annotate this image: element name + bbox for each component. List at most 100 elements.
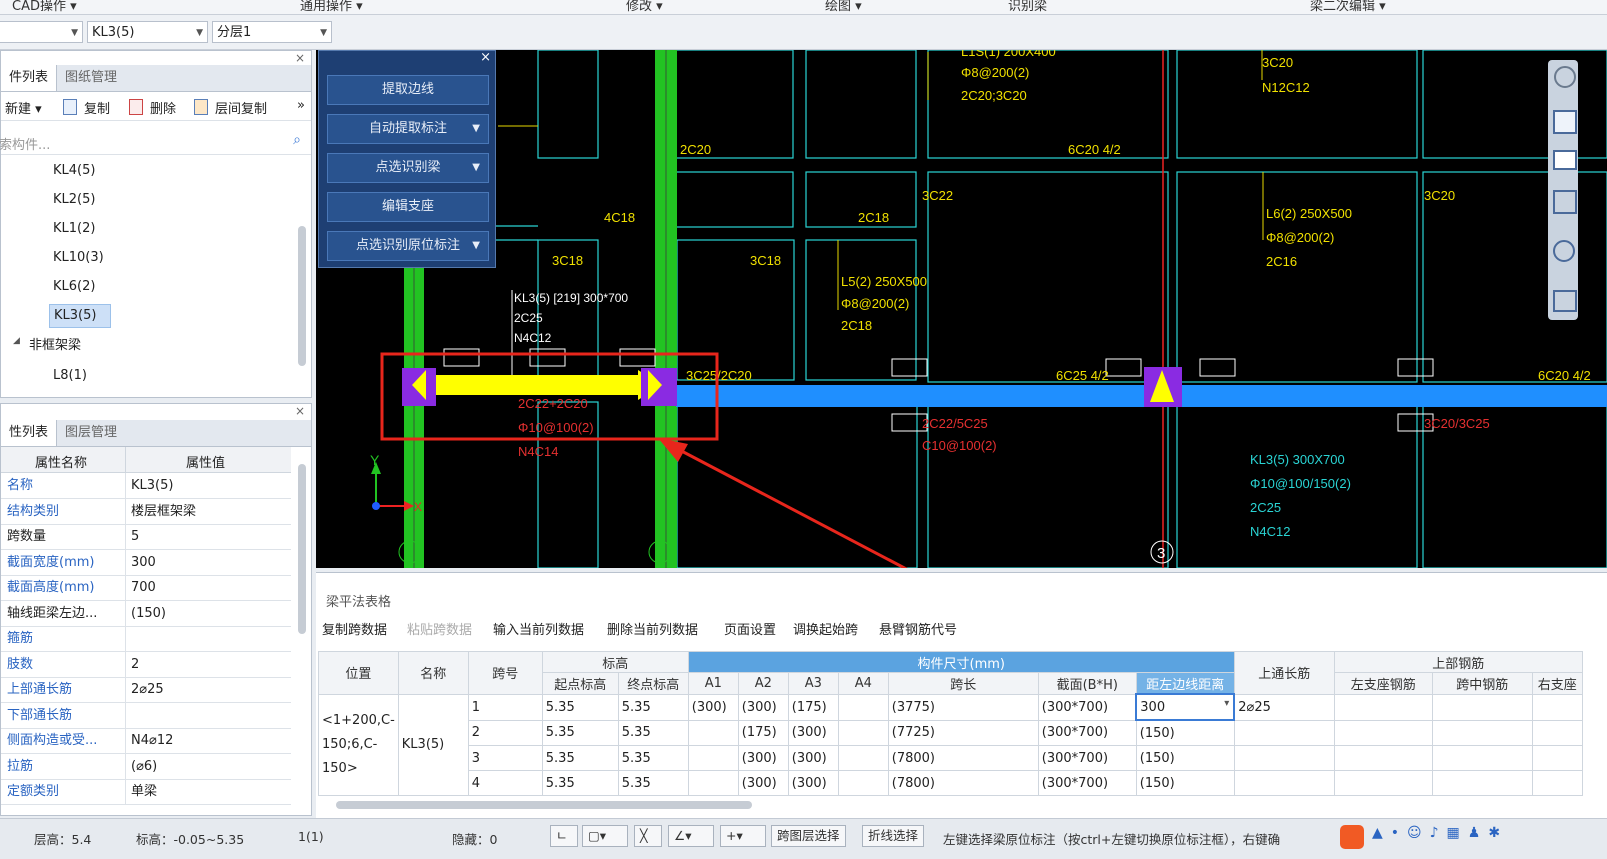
layer-copy-button[interactable]: 层间复制 [215, 98, 267, 117]
category-select[interactable]: ▼ [0, 21, 83, 43]
search-field[interactable]: 索构件... ⌕ [0, 130, 311, 155]
property-row[interactable]: 箍筋 [1, 626, 291, 652]
menu-general-ops[interactable]: 通用操作 ▾ [300, 0, 363, 14]
cell-len[interactable]: (7800) [887, 770, 1039, 796]
cell-s[interactable]: 5.35 [541, 719, 619, 746]
cell-a2[interactable]: (300) [737, 745, 789, 771]
cell-dist[interactable]: (150) [1135, 770, 1235, 796]
table-row[interactable]: 4 5.35 5.35 (300) (300) (7800) (300*700) (150) [319, 770, 1583, 796]
cell-e[interactable]: 5.35 [617, 719, 689, 746]
cell-sec[interactable]: (300*700) [1037, 745, 1137, 771]
offset-select-icon[interactable]: +▾ [720, 825, 766, 847]
close-icon[interactable]: × [480, 50, 491, 65]
page-settings-button[interactable]: 页面设置 [724, 619, 776, 638]
property-row[interactable]: 上部通长筋 2⌀25 [1, 677, 291, 703]
copy-button[interactable]: 复制 [84, 98, 110, 117]
orbit-icon[interactable] [1554, 66, 1576, 88]
tree-item-selected[interactable]: KL3(5) [49, 304, 111, 328]
view-cube-icon[interactable] [1553, 110, 1577, 134]
menu-identify-beam[interactable]: 识别梁 [1008, 0, 1047, 14]
edit-support-button[interactable]: 编辑支座 [327, 192, 489, 222]
cell-a3[interactable]: (300) [787, 719, 839, 746]
more-button[interactable]: » [297, 98, 305, 113]
tab-component-list[interactable]: 件列表 [1, 65, 58, 91]
cell-sec[interactable]: (300*700) [1037, 693, 1137, 721]
search-icon[interactable]: ⌕ [293, 132, 301, 148]
property-row[interactable]: 肢数 2 [1, 651, 291, 678]
menu-beam-secondary-edit[interactable]: 梁二次编辑 ▾ [1310, 0, 1386, 14]
cell-span[interactable]: 4 [467, 770, 543, 796]
property-value[interactable]: (150) [131, 601, 291, 626]
table-row[interactable]: 3 5.35 5.35 (300) (300) (7800) (300*700) (150) [319, 745, 1583, 771]
input-method-icon[interactable] [1340, 825, 1364, 849]
property-value[interactable]: 楼层框架梁 [131, 499, 291, 524]
polyline-select-button[interactable]: 折线选择 [862, 825, 925, 847]
tree-item[interactable]: KL1(2) [49, 218, 99, 240]
rotate-icon[interactable] [1553, 240, 1575, 262]
cell-a1[interactable] [687, 770, 739, 796]
cell-top[interactable]: 2⌀25 [1233, 693, 1335, 721]
cell-top-bar[interactable] [1431, 719, 1533, 746]
cell-s[interactable]: 5.35 [541, 693, 619, 721]
cell-a3[interactable]: (300) [787, 745, 839, 771]
tree-item[interactable]: KL6(2) [49, 276, 99, 298]
cell-top-bar[interactable] [1431, 770, 1533, 796]
property-value[interactable]: (⌀6) [131, 754, 291, 779]
horizontal-scrollbar[interactable] [336, 801, 752, 809]
table-row[interactable]: <1+200,C-150;6,C-150> KL3(5) 1 5.35 5.35 (300… [318, 693, 1583, 796]
tab-drawing-management[interactable]: 图纸管理 [57, 65, 125, 91]
cell-a3[interactable]: (175) [787, 693, 839, 721]
table-row[interactable]: 2 5.35 5.35 (175) (300) (7725) (300*700) (150) [319, 719, 1583, 746]
cell-top-bar[interactable] [1431, 693, 1533, 721]
property-value[interactable]: 2 [131, 652, 291, 677]
new-button[interactable]: 新建 ▾ [5, 98, 42, 117]
close-icon[interactable]: × [295, 404, 305, 418]
property-row[interactable]: 结构类别 楼层框架梁 [1, 498, 291, 525]
property-row[interactable]: 定额类别 单梁 [1, 779, 291, 805]
cell-top-bar[interactable] [1531, 719, 1583, 746]
cell-top[interactable] [1233, 719, 1335, 746]
cell-top-bar[interactable] [1531, 693, 1583, 721]
tab-layer-management[interactable]: 图层管理 [57, 420, 125, 446]
property-value[interactable]: 5 [131, 524, 291, 549]
cell-a2[interactable]: (175) [737, 719, 789, 746]
cell-a1[interactable] [687, 719, 739, 746]
name-cell[interactable]: KL3(5) [397, 693, 469, 796]
cell-e[interactable]: 5.35 [617, 770, 689, 796]
cell-span[interactable]: 3 [467, 745, 543, 771]
cell-top-bar[interactable] [1431, 745, 1533, 771]
cell-a4[interactable] [837, 745, 889, 771]
box-icon[interactable] [1553, 190, 1577, 214]
tab-property-list[interactable]: 性列表 [1, 420, 58, 446]
cantilever-code-button[interactable]: 悬臂钢筋代号 [879, 619, 957, 638]
cell-span[interactable]: 2 [467, 719, 543, 746]
cell-top-bar[interactable] [1531, 745, 1583, 771]
property-value[interactable]: 300 [131, 550, 291, 575]
scrollbar[interactable] [298, 464, 306, 634]
cell-dist[interactable]: 300 ▾ [1135, 693, 1236, 721]
property-row[interactable]: 截面高度(mm) 700 [1, 575, 291, 601]
cell-len[interactable]: (7725) [887, 719, 1039, 746]
cross-layer-select-button[interactable]: 跨图层选择 [771, 825, 846, 847]
layers-icon[interactable] [1553, 290, 1577, 312]
property-row[interactable]: 下部通长筋 [1, 702, 291, 729]
cell-a3[interactable]: (300) [787, 770, 839, 796]
cross-icon[interactable]: ╳ [634, 825, 662, 847]
cell-top-bar[interactable] [1333, 719, 1433, 746]
menu-modify[interactable]: 修改 ▾ [626, 0, 663, 14]
point-identify-beam-button[interactable]: 点选识别梁 ▼ [327, 153, 489, 183]
menu-cad-ops[interactable]: CAD操作 ▾ [12, 0, 77, 14]
cad-canvas[interactable]: Y X 1 2 3 L1S(1) 200X400 Φ8@200(2) 2C20;… [316, 50, 1607, 568]
tree-item[interactable]: KL4(5) [49, 160, 99, 182]
tree-item[interactable]: L8(1) [49, 365, 91, 387]
auto-extract-label-button[interactable]: 自动提取标注 ▼ [327, 114, 489, 144]
tree-expand-icon[interactable]: ◢ [13, 336, 20, 346]
cell-dist[interactable]: (150) [1135, 719, 1235, 746]
cell-sec[interactable]: (300*700) [1037, 770, 1137, 796]
property-value[interactable]: 单梁 [131, 779, 291, 804]
cell-a1[interactable]: (300) [687, 693, 739, 721]
cell-s[interactable]: 5.35 [541, 770, 619, 796]
cell-a4[interactable] [837, 719, 889, 746]
ortho-toggle-icon[interactable]: ㄴ [550, 825, 578, 847]
delete-column-data-button[interactable]: 删除当前列数据 [607, 619, 698, 638]
